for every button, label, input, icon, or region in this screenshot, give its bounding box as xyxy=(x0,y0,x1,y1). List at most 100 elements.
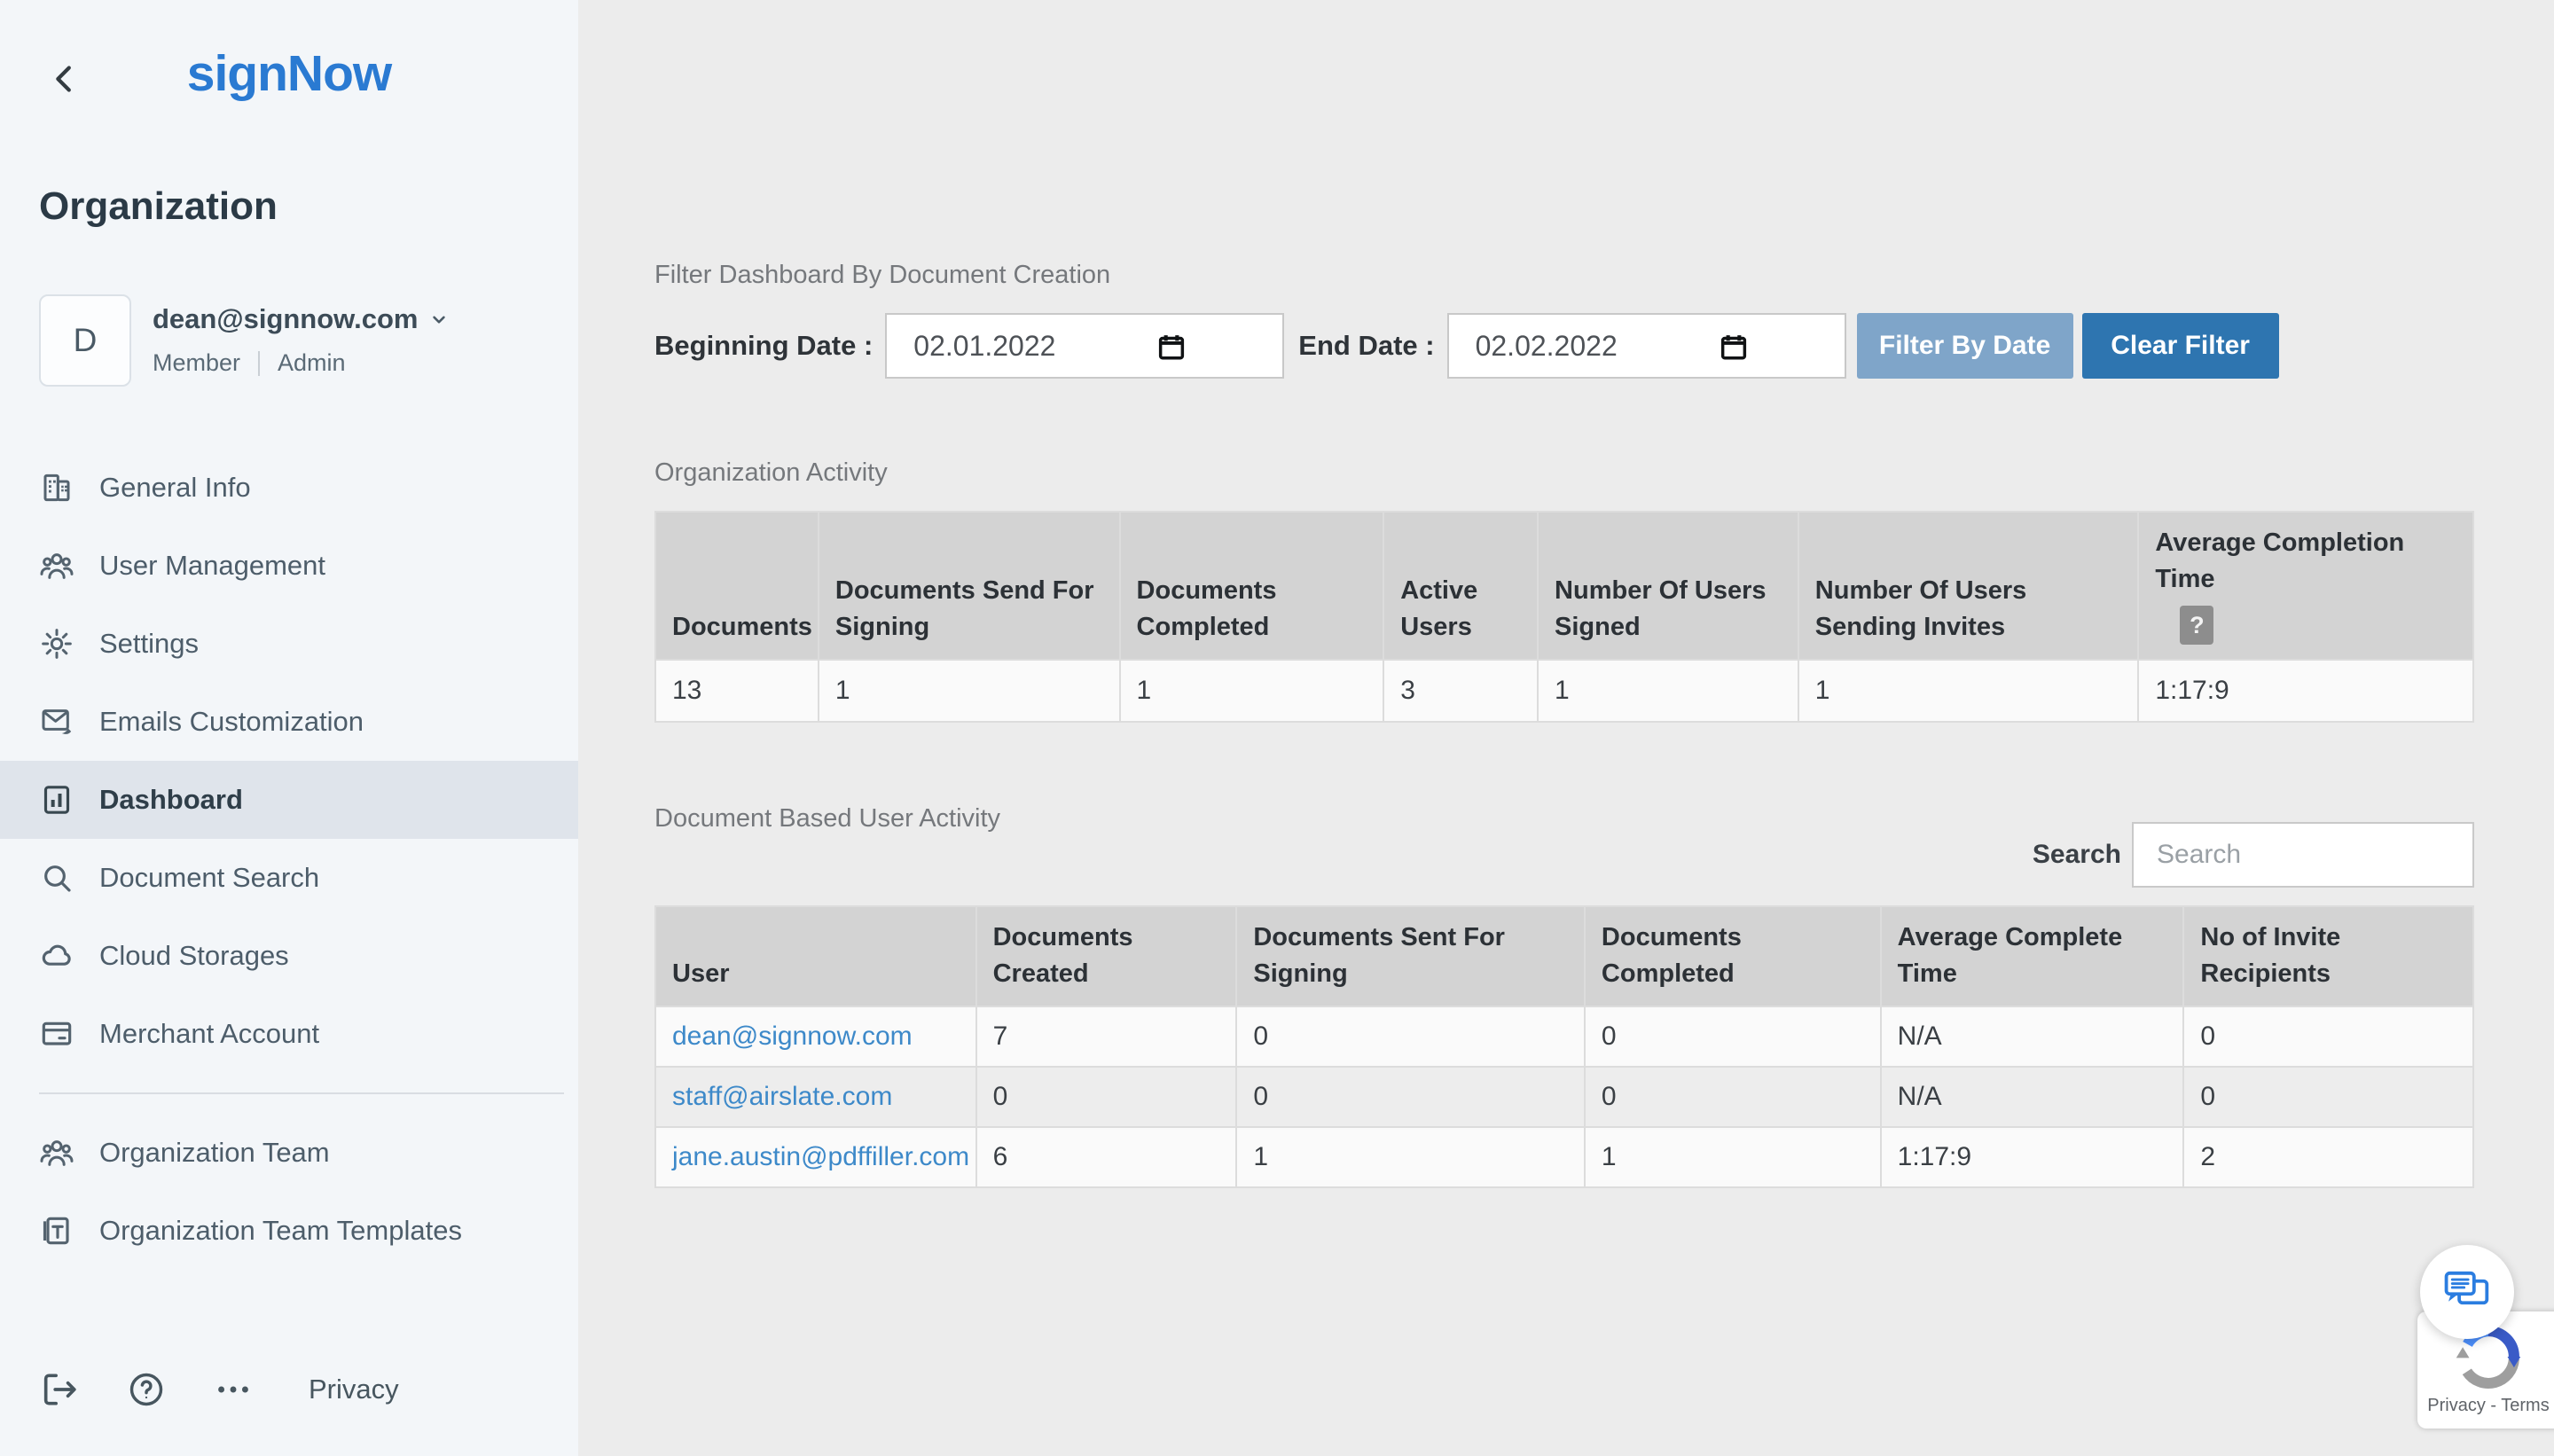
cell-avg-complete-time: 1:17:9 xyxy=(1881,1127,2184,1187)
template-icon xyxy=(39,1213,74,1249)
back-button[interactable] xyxy=(44,59,85,99)
envelope-brush-icon xyxy=(39,704,74,740)
role-admin: Admin xyxy=(278,349,346,377)
cell-docs-completed: 0 xyxy=(1585,1006,1881,1067)
sidebar: signNow Organization D dean@signnow.com … xyxy=(0,0,578,1456)
user-roles: Member Admin xyxy=(153,349,450,377)
cell-docs-created: 6 xyxy=(976,1127,1237,1187)
role-member: Member xyxy=(153,349,240,377)
sidebar-item-settings[interactable]: Settings xyxy=(0,605,578,683)
search-input[interactable] xyxy=(2132,822,2474,888)
sidebar-item-label: Emails Customization xyxy=(99,706,364,738)
sidebar-item-merchant-account[interactable]: Merchant Account xyxy=(0,995,578,1073)
cell-user: dean@signnow.com xyxy=(655,1006,976,1067)
chevron-left-icon xyxy=(44,59,85,99)
calendar-icon[interactable] xyxy=(1155,330,1188,365)
column-header-with-help: Average Completion Time ? xyxy=(2138,512,2473,660)
more-options-icon[interactable] xyxy=(213,1369,254,1410)
sidebar-item-label: General Info xyxy=(99,472,251,504)
filter-by-date-button[interactable]: Filter By Date xyxy=(1857,313,2073,379)
privacy-link[interactable]: Privacy xyxy=(309,1374,399,1405)
beginning-date-field[interactable] xyxy=(885,313,1284,379)
cell-docs-sent: 0 xyxy=(1236,1067,1585,1127)
sidebar-item-label: Merchant Account xyxy=(99,1018,319,1050)
user-activity-heading: Document Based User Activity xyxy=(654,804,1000,834)
user-email-link[interactable]: dean@signnow.com xyxy=(672,1022,913,1051)
beginning-date-label: Beginning Date : xyxy=(654,330,873,362)
credit-card-icon xyxy=(39,1016,74,1052)
column-header: Documents Sent For Signing xyxy=(1236,906,1585,1006)
sidebar-divider xyxy=(39,1092,564,1094)
cell-docs-completed: 1 xyxy=(1585,1127,1881,1187)
sidebar-item-label: Organization Team xyxy=(99,1137,330,1169)
main-content: Filter Dashboard By Document Creation Be… xyxy=(578,0,2554,1456)
sidebar-item-cloud-storages[interactable]: Cloud Storages xyxy=(0,917,578,995)
help-badge[interactable]: ? xyxy=(2180,606,2213,645)
cell-invite-recipients: 2 xyxy=(2183,1127,2473,1187)
end-date-field[interactable] xyxy=(1447,313,1846,379)
sidebar-nav: General Info User Management Settings Em… xyxy=(0,449,578,1270)
sidebar-item-emails-customization[interactable]: Emails Customization xyxy=(0,683,578,761)
cell-docs-created: 0 xyxy=(976,1067,1237,1127)
sidebar-footer: Privacy xyxy=(39,1369,399,1410)
cell-docs-completed: 0 xyxy=(1585,1067,1881,1127)
cell-avg-complete-time: N/A xyxy=(1881,1067,2184,1127)
avatar: D xyxy=(39,294,131,387)
table-row: 13 1 1 3 1 1 1:17:9 xyxy=(655,660,2473,722)
cell-docs-created: 7 xyxy=(976,1006,1237,1067)
bar-chart-icon xyxy=(39,782,74,818)
end-date-label: End Date : xyxy=(1298,330,1434,362)
signnow-logo[interactable]: signNow xyxy=(0,0,578,103)
user-email: dean@signnow.com xyxy=(153,303,419,335)
sidebar-header: signNow xyxy=(0,0,578,115)
logout-icon[interactable] xyxy=(39,1369,80,1410)
help-icon[interactable] xyxy=(126,1369,167,1410)
chat-icon xyxy=(2441,1269,2493,1315)
user-email-link[interactable]: jane.austin@pdffiller.com xyxy=(672,1142,969,1171)
chat-fab-button[interactable] xyxy=(2420,1245,2514,1339)
users-icon xyxy=(39,548,74,583)
sidebar-item-label: User Management xyxy=(99,550,325,582)
sidebar-item-organization-team-templates[interactable]: Organization Team Templates xyxy=(0,1192,578,1270)
sidebar-item-label: Cloud Storages xyxy=(99,940,289,972)
sidebar-item-label: Document Search xyxy=(99,862,319,894)
cell-documents: 13 xyxy=(655,660,819,722)
user-email-link[interactable]: staff@airslate.com xyxy=(672,1082,892,1111)
sidebar-item-label: Settings xyxy=(99,628,199,660)
column-header: User xyxy=(655,906,976,1006)
cell-active-users: 3 xyxy=(1383,660,1538,722)
cell-user: jane.austin@pdffiller.com xyxy=(655,1127,976,1187)
sidebar-item-dashboard[interactable]: Dashboard xyxy=(0,761,578,839)
column-header: Number Of Users Signed xyxy=(1538,512,1798,660)
column-header: Documents Completed xyxy=(1120,512,1384,660)
beginning-date-input[interactable] xyxy=(887,330,1126,363)
column-header: Active Users xyxy=(1383,512,1538,660)
cell-docs-completed: 1 xyxy=(1120,660,1384,722)
search-label: Search xyxy=(2033,840,2121,870)
column-header-label: Average Completion Time xyxy=(2155,525,2456,597)
column-header: No of Invite Recipients xyxy=(2183,906,2473,1006)
clear-filter-button[interactable]: Clear Filter xyxy=(2082,313,2279,379)
role-divider xyxy=(258,351,260,376)
search-wrap: Search xyxy=(2033,822,2474,888)
cell-users-signed: 1 xyxy=(1538,660,1798,722)
organization-activity-table: Documents Documents Send For Signing Doc… xyxy=(654,511,2474,723)
gear-icon xyxy=(39,626,74,661)
users-icon xyxy=(39,1135,74,1170)
sidebar-item-user-management[interactable]: User Management xyxy=(0,527,578,605)
organization-activity-heading: Organization Activity xyxy=(654,458,2474,488)
cell-docs-send-for-signing: 1 xyxy=(819,660,1120,722)
sidebar-item-document-search[interactable]: Document Search xyxy=(0,839,578,917)
user-email-dropdown[interactable]: dean@signnow.com xyxy=(153,303,450,335)
calendar-icon[interactable] xyxy=(1717,330,1751,365)
sidebar-item-organization-team[interactable]: Organization Team xyxy=(0,1114,578,1192)
cloud-icon xyxy=(39,938,74,974)
end-date-input[interactable] xyxy=(1449,330,1688,363)
sidebar-item-label: Organization Team Templates xyxy=(99,1215,462,1247)
cell-avg-completion-time: 1:17:9 xyxy=(2138,660,2473,722)
column-header: Number Of Users Sending Invites xyxy=(1798,512,2139,660)
cell-invite-recipients: 0 xyxy=(2183,1006,2473,1067)
recaptcha-privacy-terms[interactable]: Privacy - Terms xyxy=(2417,1396,2554,1416)
table-row: jane.austin@pdffiller.com 6 1 1 1:17:9 2 xyxy=(655,1127,2473,1187)
sidebar-item-general-info[interactable]: General Info xyxy=(0,449,578,527)
